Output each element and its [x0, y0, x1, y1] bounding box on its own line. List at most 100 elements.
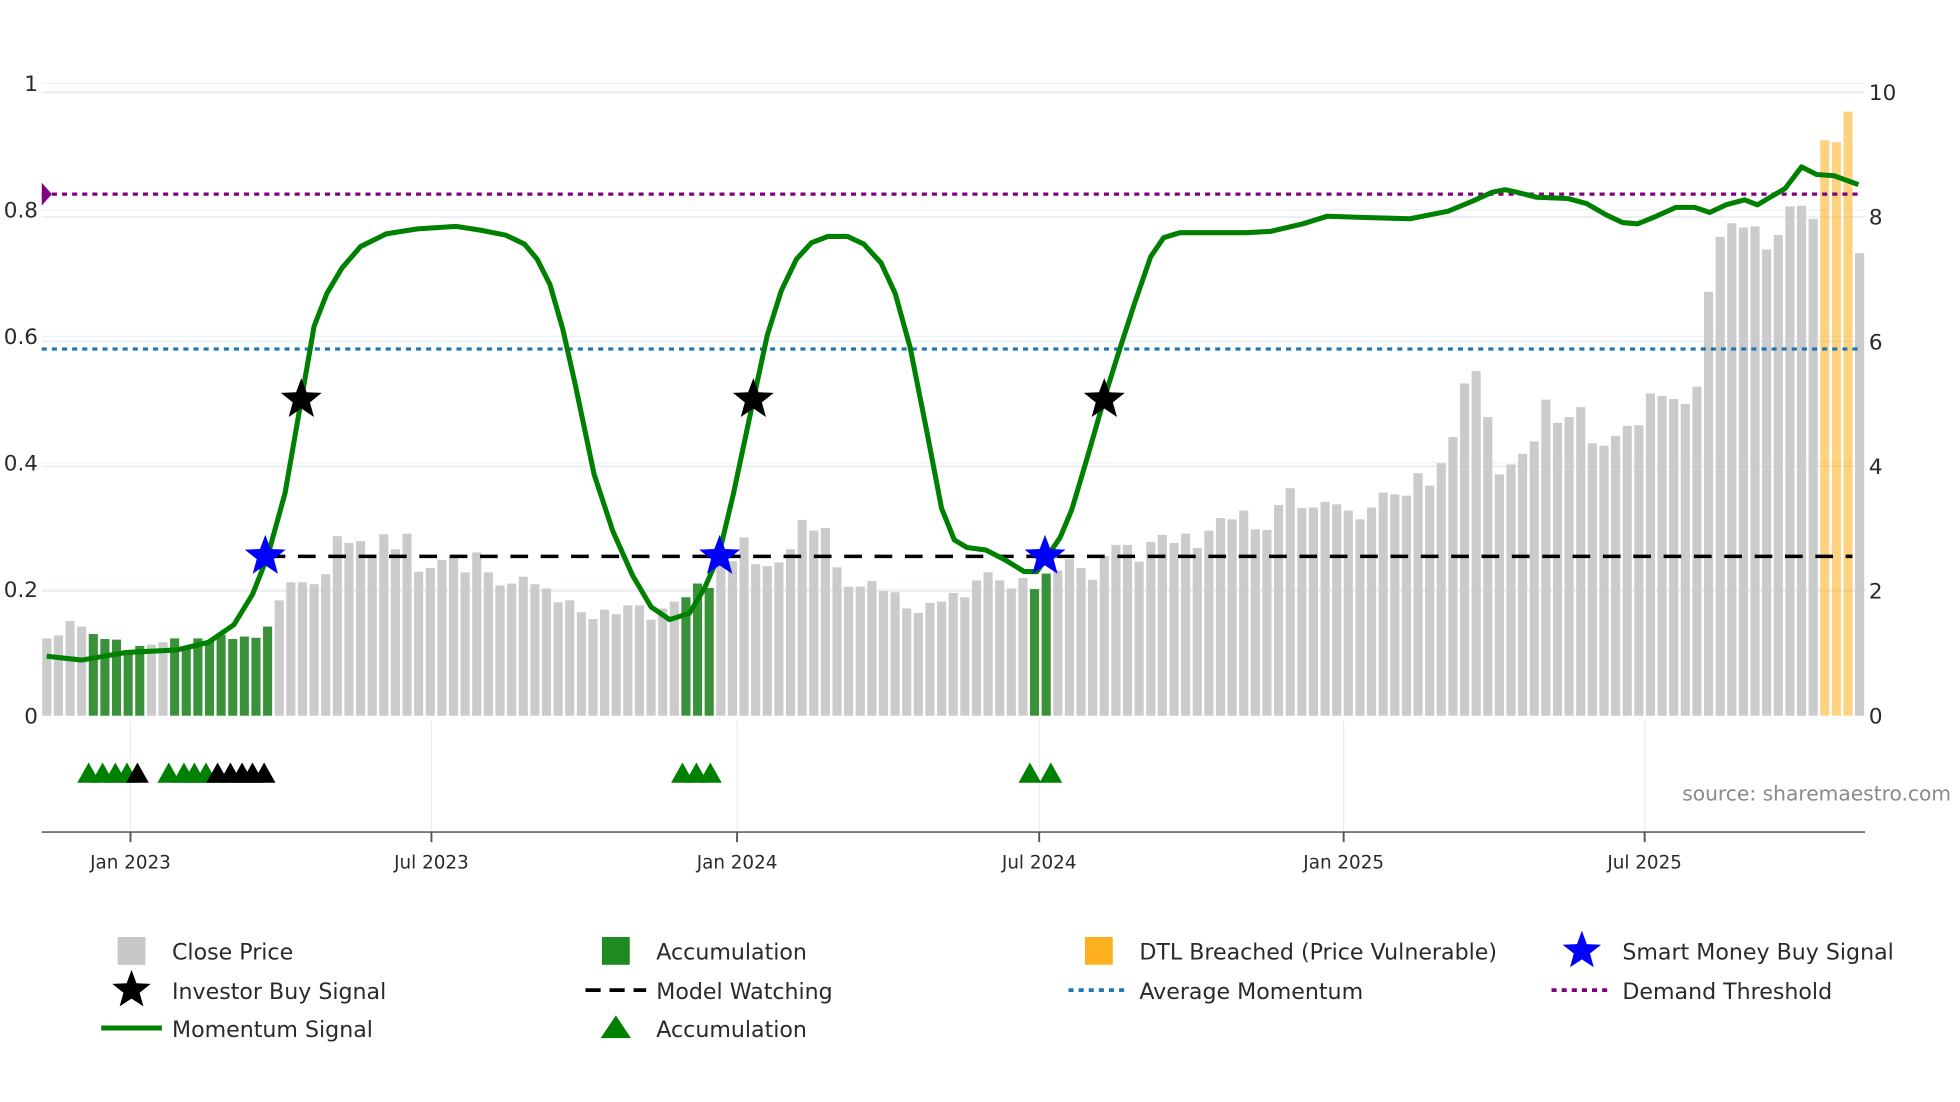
right-y-tick-label: 2	[1869, 580, 1883, 605]
close-price-bar	[937, 601, 947, 716]
close-price-bar	[1448, 437, 1458, 716]
left-y-tick-label: 0.6	[4, 325, 38, 350]
investor-star-icon	[1083, 378, 1125, 418]
close-price-bar	[286, 582, 296, 716]
close-price-bar	[1425, 485, 1435, 716]
accumulation-bar	[1030, 589, 1040, 716]
close-price-bar	[1413, 473, 1423, 716]
close-price-bar	[1181, 533, 1191, 716]
accumulation-bar	[216, 634, 226, 716]
close-price-bar	[321, 574, 331, 716]
left-y-tick-label: 0.8	[4, 198, 38, 223]
close-price-bar	[1076, 567, 1086, 716]
close-price-bar	[1204, 530, 1214, 716]
close-price-bar	[774, 562, 784, 716]
close-price-bar	[1018, 577, 1028, 716]
close-price-bar	[1599, 445, 1609, 716]
close-price-bar	[832, 567, 842, 716]
close-price-bar	[448, 557, 459, 716]
legend-label: Momentum Signal	[172, 1017, 373, 1043]
x-tick-label: Jan 2024	[696, 853, 778, 874]
close-price-bar	[646, 619, 656, 716]
close-price-bar	[983, 572, 993, 716]
close-price-bar	[1622, 425, 1632, 716]
close-price-bar	[1692, 386, 1702, 716]
legend: Close Price Accumulation DTL Breached (Pri…	[101, 930, 1894, 1043]
close-price-bar	[1529, 441, 1539, 716]
close-price-bar	[530, 584, 540, 716]
momentum-price-chart: Jan 2023 Jul 2023 Jan 2024 Jul 2024 Jan 2025…	[4, 72, 1951, 1043]
close-price-bar	[739, 537, 749, 716]
close-price-bar	[1378, 492, 1388, 716]
legend-label: Average Momentum	[1139, 979, 1363, 1005]
accumulation-bar	[181, 646, 191, 716]
close-price-bar	[1122, 544, 1133, 716]
smart-money-star-icon	[1562, 930, 1602, 968]
close-price-bar	[1680, 404, 1690, 716]
close-price-bar	[1146, 541, 1156, 716]
close-price-swatch-icon	[117, 936, 146, 965]
close-price-bar	[716, 562, 726, 716]
close-price-bar	[332, 536, 342, 716]
close-price-bar	[1006, 588, 1016, 716]
close-price-bar	[1611, 435, 1621, 716]
close-price-bar	[902, 608, 912, 716]
close-price-bar	[1750, 226, 1760, 716]
close-price-bar	[913, 612, 923, 716]
close-price-bar	[472, 552, 482, 716]
close-price-bar	[460, 572, 470, 716]
accumulation-bar	[228, 639, 238, 716]
close-price-bar	[1215, 518, 1226, 716]
x-tick-label: Jan 2023	[89, 853, 171, 874]
signal-markers	[77, 378, 1125, 783]
left-y-tick-label: 0	[24, 704, 38, 729]
close-price-bar	[414, 571, 424, 716]
close-price-bar	[1808, 218, 1818, 716]
close-price-bar	[1576, 407, 1586, 716]
close-price-bar	[727, 561, 737, 716]
close-price-bar	[1738, 227, 1748, 716]
close-price-bar	[1855, 253, 1865, 716]
close-price-bar	[890, 592, 900, 716]
dtl-breached-bar	[1831, 142, 1841, 716]
close-price-bar	[42, 638, 52, 716]
close-price-bar	[1796, 205, 1807, 716]
close-price-bar	[634, 605, 645, 716]
close-price-bar	[658, 608, 668, 716]
accumulation-bar	[263, 626, 273, 716]
close-price-bar	[507, 583, 517, 716]
close-price-bar	[1762, 249, 1772, 716]
close-price-bar	[1088, 579, 1098, 716]
close-price-bar	[565, 600, 575, 716]
close-price-bar	[367, 554, 377, 716]
close-price-bar	[1518, 453, 1528, 716]
demand-threshold-diamond-icon	[41, 182, 52, 206]
legend-label: Close Price	[172, 940, 293, 966]
close-price-bar	[844, 586, 854, 716]
legend-label: Smart Money Buy Signal	[1622, 940, 1893, 966]
close-price-bar	[1332, 504, 1342, 716]
accumulation-triangle-icon	[698, 762, 722, 783]
accumulation-bar	[100, 639, 110, 716]
legend-label: Accumulation	[656, 940, 807, 966]
close-price-bar	[53, 635, 63, 716]
close-price-bar	[541, 588, 552, 716]
accumulation-bar	[704, 587, 714, 716]
close-price-bar	[425, 567, 435, 716]
source-label: source: sharemaestro.com	[1682, 781, 1951, 805]
close-price-bar	[855, 586, 865, 716]
left-y-tick-label: 0.4	[4, 451, 38, 476]
close-price-bar	[1064, 559, 1074, 716]
legend-label: Investor Buy Signal	[172, 979, 386, 1005]
close-price-bar	[1285, 488, 1295, 716]
close-price-bar	[483, 572, 493, 716]
close-price-bar	[751, 564, 761, 716]
close-price-bar	[1704, 291, 1714, 716]
close-price-bar	[1169, 543, 1179, 716]
close-price-bar	[274, 600, 284, 716]
close-price-bar	[1506, 464, 1516, 716]
x-tick-label: Jul 2023	[393, 853, 469, 874]
close-price-bar	[762, 566, 772, 716]
close-price-bar	[379, 534, 389, 716]
dtl-breached-bar	[1820, 140, 1830, 716]
